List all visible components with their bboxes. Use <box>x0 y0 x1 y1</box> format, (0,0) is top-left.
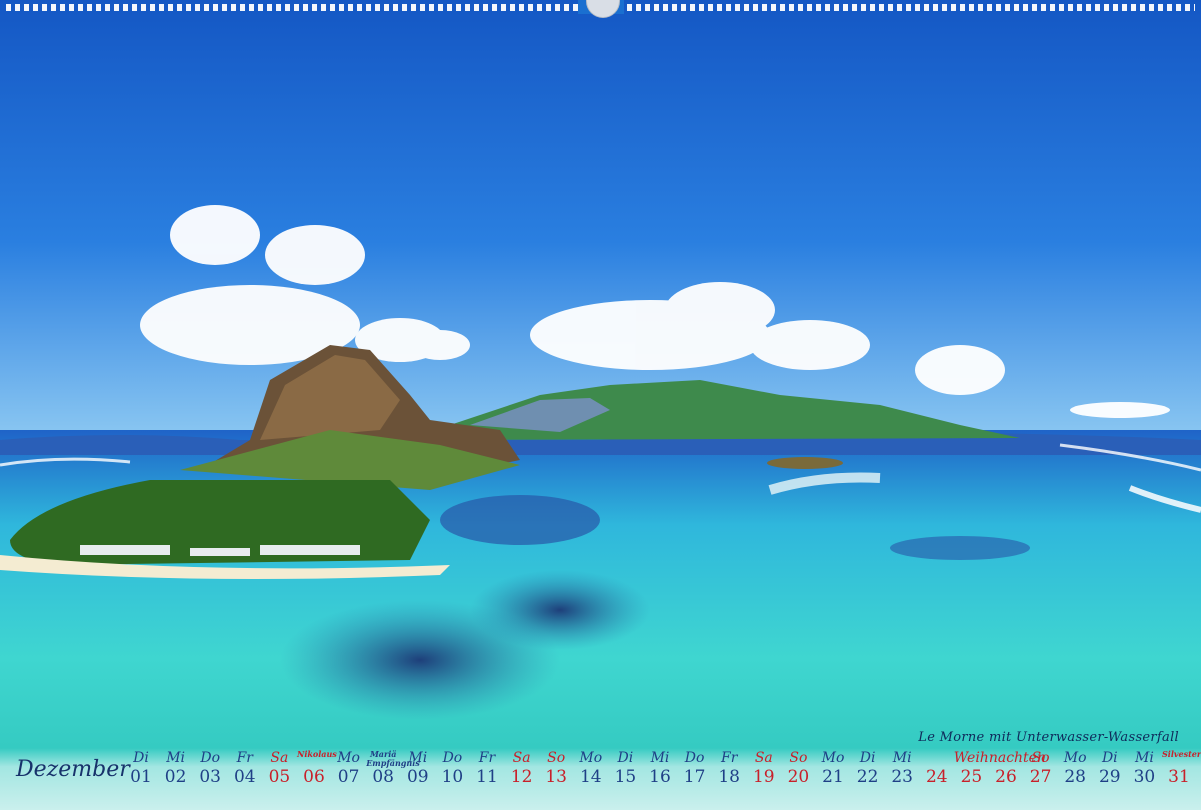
day-number: 26 <box>995 767 1017 787</box>
day-number: 02 <box>164 767 187 787</box>
day-number: 22 <box>856 767 879 787</box>
day-of-week-label: Sa <box>270 750 289 766</box>
day-of-week-label: Di <box>1101 750 1118 766</box>
day-number: 23 <box>891 767 913 787</box>
calendar-day: Mi 30 <box>1127 750 1161 788</box>
calendar-day: 26 <box>989 750 1023 788</box>
day-number: 24 <box>925 767 948 787</box>
landscape-photo <box>0 0 1201 810</box>
day-of-week-label: Fr <box>478 750 496 766</box>
calendar-day: Mo 28 <box>1058 750 1092 788</box>
day-number: 08 <box>372 767 394 787</box>
day-of-week-label: Fr <box>236 750 253 766</box>
calendar-day: Mi 02 <box>159 750 193 788</box>
day-of-week-label: Mariä Empfängnis <box>366 749 420 768</box>
photo-caption: Le Morne mit Unterwasser-Wasserfall <box>918 730 1179 745</box>
day-number: 15 <box>614 767 637 787</box>
day-number: 12 <box>510 767 533 787</box>
day-number: 10 <box>441 767 464 787</box>
calendar-day: Di 15 <box>608 750 642 788</box>
day-of-week-label: Nikolaus <box>297 749 337 759</box>
day-number: 05 <box>268 767 291 787</box>
calendar-day: So 20 <box>781 750 815 788</box>
day-number: 06 <box>303 767 325 787</box>
day-of-week-label: Di <box>859 750 876 766</box>
calendar-day: Sa 19 <box>747 750 781 788</box>
calendar-day: Di 01 <box>124 750 158 788</box>
calendar-day: Fr 18 <box>712 750 746 788</box>
calendar-day: Mi 09 <box>401 750 435 788</box>
day-of-week-label: Sa <box>754 750 773 766</box>
day-number: 31 <box>1168 767 1190 787</box>
day-number: 01 <box>130 767 152 787</box>
day-of-week-label: Mi <box>166 750 185 766</box>
day-number: 19 <box>752 767 775 787</box>
calendar-day: Fr 11 <box>470 750 504 788</box>
calendar-day: Mi 16 <box>643 750 677 788</box>
day-of-week-label: Do <box>200 750 221 766</box>
day-number: 27 <box>1029 767 1052 787</box>
calendar-day: Mariä Empfängnis 08 <box>366 749 420 788</box>
day-of-week-label: Sa <box>512 750 531 766</box>
day-of-week-label: Mi <box>1134 750 1154 766</box>
day-of-week-label: Mo <box>337 750 360 766</box>
calendar-day: Nikolaus 06 <box>297 749 337 788</box>
calendar-day: Sa 12 <box>505 750 539 788</box>
day-of-week-label <box>989 750 1023 766</box>
day-number: 13 <box>545 767 567 787</box>
day-number: 11 <box>476 767 498 787</box>
day-of-week-label: Mo <box>1063 750 1087 766</box>
calendar-day: Weihnachten24 <box>920 750 1046 788</box>
day-number: 14 <box>579 767 602 787</box>
calendar-day: Mo 07 <box>332 750 366 788</box>
day-of-week-label: Silvester <box>1162 749 1201 759</box>
calendar-day: Fr 04 <box>228 750 262 788</box>
day-number: 25 <box>960 767 983 787</box>
day-of-week-label: Mi <box>408 750 428 766</box>
calendar-day: So 27 <box>1024 750 1058 788</box>
calendar-day: Silvester 31 <box>1162 749 1201 788</box>
day-number: 03 <box>199 767 221 787</box>
day-of-week-label: So <box>789 750 808 766</box>
calendar-day: Di 22 <box>851 750 885 788</box>
day-of-week-label: Mi <box>892 750 912 766</box>
day-number: 09 <box>406 767 429 787</box>
day-number: 30 <box>1133 767 1156 787</box>
calendar-day: Mo 14 <box>574 750 608 788</box>
day-of-week-label <box>954 750 988 766</box>
calendar-day: 25 <box>954 750 988 788</box>
day-number: 07 <box>337 767 360 787</box>
day-number: 29 <box>1098 767 1121 787</box>
day-of-week-label: Di <box>133 750 149 766</box>
calendar-day: So 13 <box>539 750 573 788</box>
calendar-day: Do 17 <box>678 750 712 788</box>
calendar-day: Do 10 <box>435 750 469 788</box>
day-of-week-label: Do <box>442 750 463 766</box>
day-of-week-label: Di <box>617 750 634 766</box>
day-number: 16 <box>649 767 671 787</box>
month-label: Dezember <box>16 757 130 782</box>
calendar-day: Do 03 <box>193 750 227 788</box>
day-of-week-label: Mo <box>821 750 845 766</box>
calendar-day: Di 29 <box>1093 750 1127 788</box>
day-number: 21 <box>822 767 844 787</box>
calendar-day: Sa 05 <box>262 750 296 788</box>
day-of-week-label: Mo <box>579 750 603 766</box>
day-number: 28 <box>1064 767 1086 787</box>
calendar-day: Mi 23 <box>885 750 919 788</box>
calendar-day: Mo 21 <box>816 750 850 788</box>
spiral-binding <box>0 0 1201 18</box>
day-of-week-label: So <box>1031 750 1050 766</box>
day-number: 04 <box>233 767 256 787</box>
day-number: 17 <box>683 767 706 787</box>
day-of-week-label: Do <box>684 750 705 766</box>
day-number: 20 <box>787 767 810 787</box>
day-number: 18 <box>718 767 740 787</box>
day-of-week-label: So <box>547 750 566 766</box>
day-of-week-label: Mi <box>650 750 670 766</box>
day-of-week-label: Fr <box>720 750 738 766</box>
